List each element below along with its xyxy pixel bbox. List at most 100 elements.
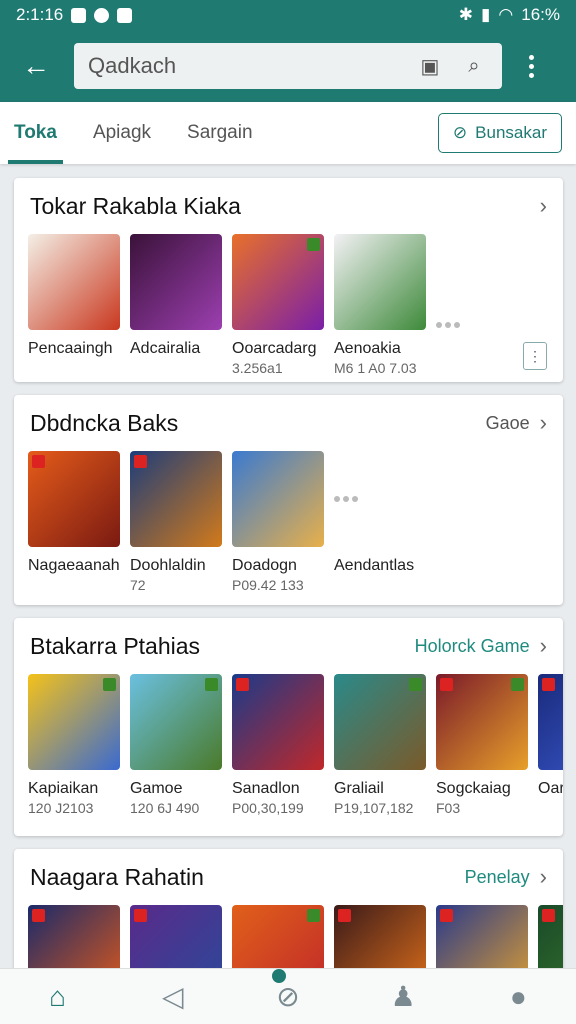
more-dots-icon [436, 322, 460, 328]
section-header[interactable]: Dbdncka Baks Gaoe › [14, 395, 563, 451]
app-item[interactable]: Nagaeaanah [28, 451, 120, 593]
app-thumbnail [436, 674, 528, 770]
app-item[interactable]: Sanadlon P00,30,199 [232, 674, 324, 816]
badge-icon [307, 909, 320, 922]
send-icon[interactable]: ◁ [153, 977, 193, 1017]
tabs-bar: Toka Apiagk Sargain ⊘ Bunsakar [0, 102, 576, 164]
dot [528, 63, 534, 69]
section-card: Dbdncka Baks Gaoe › Nagaeaanah Doohlaldi… [14, 395, 563, 605]
person-icon[interactable]: ♟ [383, 977, 423, 1017]
section-title: Naagara Rahatin [30, 863, 204, 890]
badge-icon [511, 678, 524, 691]
section-card: Btakarra Ptahias Holorck Game › Kapiaika… [14, 618, 563, 836]
app-meta: 3.256a1 [232, 360, 283, 376]
chevron-right-icon[interactable]: › [540, 410, 547, 436]
badge-icon [32, 909, 45, 922]
app-thumbnail [334, 674, 426, 770]
info-icon[interactable]: ⋮ [523, 342, 547, 370]
app-name: Sanadlon [232, 780, 300, 797]
search-input[interactable]: Qadkach [88, 53, 400, 79]
more-items [436, 234, 476, 376]
tab-toka[interactable]: Toka [8, 102, 63, 164]
app-meta: 120 6J 490 [130, 800, 200, 816]
status-time: 2:1:16 [16, 5, 64, 24]
app-item[interactable]: Sogckaiag F03 [436, 674, 528, 816]
app-item[interactable]: Doohlaldin 72 [130, 451, 222, 593]
app-thumbnail [130, 674, 222, 770]
badge-icon [542, 909, 555, 922]
app-name: Kapiaikan [28, 780, 99, 797]
app-thumbnail [232, 674, 324, 770]
app-thumbnail [28, 674, 120, 770]
badge-icon [440, 909, 453, 922]
clipboard-icon[interactable]: ▣ [416, 52, 444, 80]
app-name: Pencaaingh [28, 340, 113, 357]
section-link[interactable]: Penelay [465, 867, 530, 888]
app-item[interactable]: Aendantlas [334, 451, 444, 593]
app-name: Ooarcadarg [232, 340, 317, 357]
app-meta: P19,107,182 [334, 800, 414, 816]
app-thumbnail [232, 234, 324, 330]
app-meta: 120 J2103 [28, 800, 94, 816]
app-item[interactable]: Oar [538, 674, 563, 816]
back-button[interactable]: ← [14, 44, 58, 88]
app-thumbnail [334, 234, 426, 330]
app-item[interactable]: Adcairalia [130, 234, 222, 376]
status-bar: 2:1:16 ✱ ▮ ◠ 16:% [0, 0, 576, 30]
section-title: Btakarra Ptahias [30, 632, 201, 659]
more-options-button[interactable] [516, 54, 546, 78]
search-box[interactable]: Qadkach ▣ ⌕ [74, 43, 502, 89]
more-dots-icon [334, 496, 358, 502]
section-link[interactable]: Gaoe [486, 413, 530, 434]
badge-icon [307, 238, 320, 251]
app-name: Aenoakia [334, 340, 401, 357]
section-link[interactable]: Holorck Game [415, 636, 530, 657]
app-item[interactable]: Pencaaingh [28, 234, 120, 376]
bottom-navigation: ⌂ ◁ ⊘ ♟ ● [0, 968, 576, 1024]
section-header[interactable]: Naagara Rahatin Penelay › [14, 849, 563, 905]
badge-icon [103, 678, 116, 691]
home-icon[interactable]: ⌂ [38, 977, 78, 1017]
app-meta: F03 [436, 800, 461, 816]
badge-icon [542, 678, 555, 691]
block-icon[interactable]: ⊘ [268, 968, 308, 1017]
badge-icon [134, 455, 147, 468]
badge-icon [338, 909, 351, 922]
bluetooth-icon: ✱ [458, 5, 474, 24]
account-icon[interactable]: ● [498, 977, 538, 1017]
chevron-right-icon[interactable]: › [540, 633, 547, 659]
app-meta: M6 1 A0 7.03 [334, 360, 417, 376]
app-item[interactable]: Ooarcadarg 3.256a1 [232, 234, 324, 376]
app-name: Graliail [334, 780, 384, 797]
chevron-right-icon[interactable]: › [540, 193, 547, 219]
search-icon[interactable]: ⌕ [460, 52, 488, 80]
badge-icon [134, 909, 147, 922]
app-item[interactable]: Graliail P19,107,182 [334, 674, 426, 816]
badge-icon [440, 678, 453, 691]
app-icon [117, 7, 133, 23]
app-thumbnail [28, 451, 120, 547]
tab-apiagk[interactable]: Apiagk [93, 102, 151, 164]
info-wrap: ⋮ [523, 234, 547, 376]
chevron-right-icon[interactable]: › [540, 864, 547, 890]
arrow-left-icon: ← [22, 50, 50, 81]
app-item[interactable]: Aenoakia M6 1 A0 7.03 [334, 234, 426, 376]
link-icon: ⊘ [452, 123, 468, 142]
battery-level: 16:% [521, 5, 560, 24]
app-name: Nagaeaanah [28, 557, 120, 574]
app-item[interactable]: Doadogn P09.42 133 [232, 451, 324, 593]
section-header[interactable]: Tokar Rakabla Kiaka › [14, 178, 563, 234]
app-thumbnail [28, 234, 120, 330]
section-header[interactable]: Btakarra Ptahias Holorck Game › [14, 618, 563, 674]
filter-chip[interactable]: ⊘ Bunsakar [437, 113, 562, 153]
edit-icon [94, 7, 110, 23]
app-item[interactable]: Kapiaikan 120 J2103 [28, 674, 120, 816]
dot [528, 54, 534, 60]
tab-sargain[interactable]: Sargain [187, 102, 253, 164]
section-title: Tokar Rakabla Kiaka [30, 192, 241, 219]
app-name: Doohlaldin [130, 557, 206, 574]
app-thumbnail [232, 451, 324, 547]
app-name: Adcairalia [130, 340, 201, 357]
app-thumbnail [538, 674, 563, 770]
app-item[interactable]: Gamoe 120 6J 490 [130, 674, 222, 816]
